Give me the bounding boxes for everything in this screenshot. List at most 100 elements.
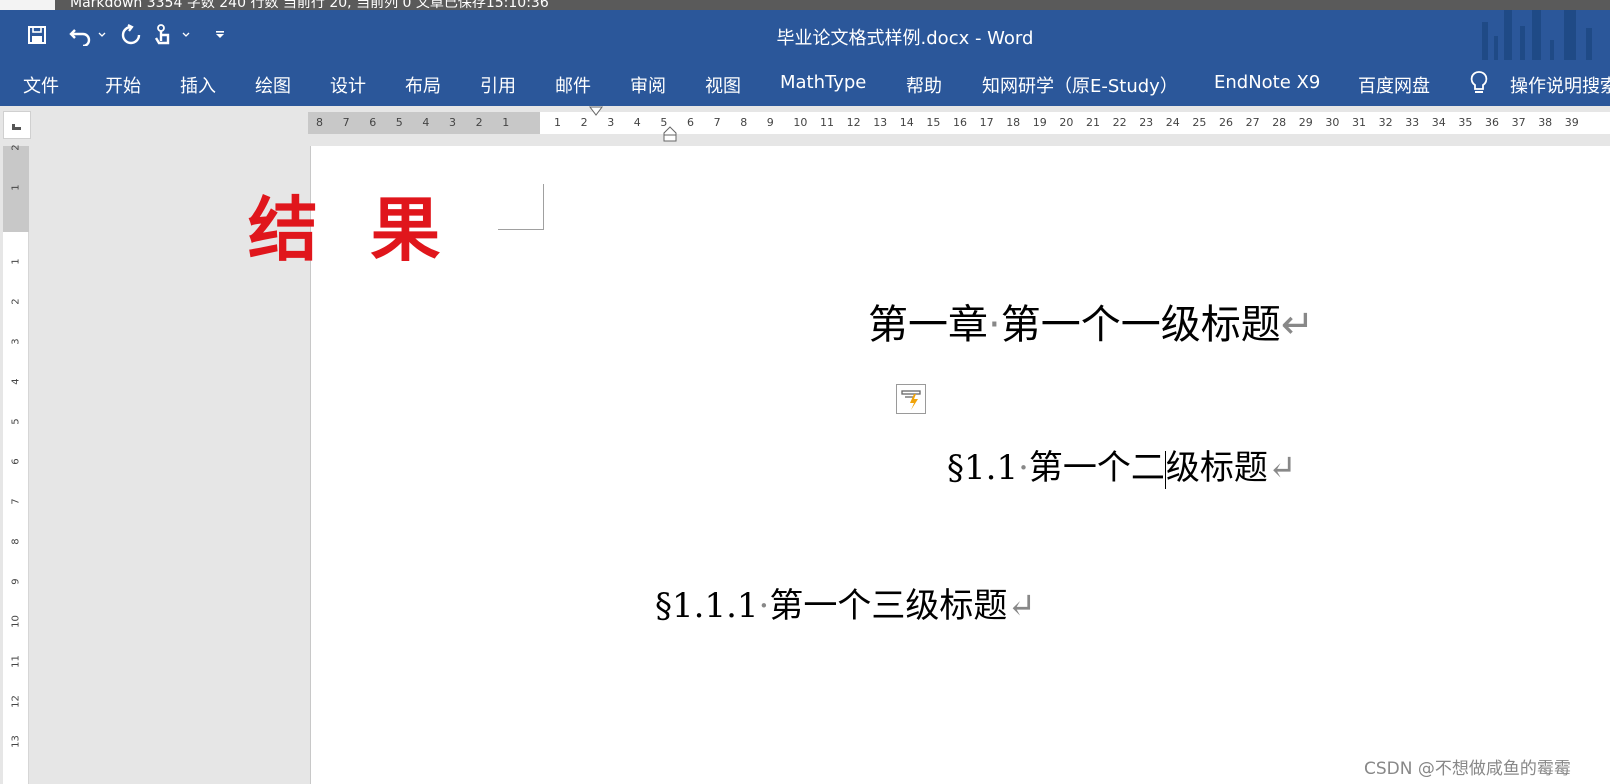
heading-level-3[interactable]: §1.1.1·第一个三级标题↵ xyxy=(655,578,1036,627)
heading1-title: 第一个一级标题 xyxy=(1000,302,1281,348)
ruler-tick: 28 xyxy=(1272,116,1287,129)
ruler-tick: 25 xyxy=(1192,116,1207,129)
vertical-ruler-tick: 11 xyxy=(10,655,22,668)
strip-block xyxy=(0,0,55,10)
tab-references[interactable]: 引用 xyxy=(480,72,516,98)
tab-insert[interactable]: 插入 xyxy=(180,72,216,98)
vertical-ruler-tick: 1 xyxy=(10,184,22,191)
vertical-ruler-tick: 4 xyxy=(10,378,22,385)
ruler-tick: 4 xyxy=(633,116,641,129)
heading2-number: §1.1 xyxy=(947,448,1019,488)
paragraph-mark: ↵ xyxy=(1267,448,1297,488)
ruler-tick: 23 xyxy=(1139,116,1154,129)
ruler-tick: 20 xyxy=(1059,116,1074,129)
ruler-tick: 36 xyxy=(1485,116,1499,129)
ruler-tick: 26 xyxy=(1219,116,1233,129)
lightbulb-icon[interactable] xyxy=(1470,70,1488,101)
ruler-tick: 14 xyxy=(899,116,914,129)
ruler-tick: 34 xyxy=(1431,116,1446,129)
heading3-title: 第一个三级标题 xyxy=(769,586,1008,626)
tab-mailings[interactable]: 邮件 xyxy=(555,72,591,98)
vertical-ruler-tick: 12 xyxy=(10,695,22,708)
ruler-tick: 39 xyxy=(1564,116,1579,129)
tab-view[interactable]: 视图 xyxy=(705,72,741,98)
vertical-ruler-tick: 5 xyxy=(10,418,22,425)
ruler-tick: 33 xyxy=(1405,116,1420,129)
paragraph-mark: ↵ xyxy=(1280,302,1315,348)
vertical-ruler[interactable]: 2 1 1 2 3 4 5 6 7 8 9 10 11 12 13 xyxy=(3,144,29,784)
strip-text: Markdown 3354 字数 240 行数 当前行 20, 当前列 0 文章… xyxy=(70,0,549,10)
vertical-ruler-tick: 7 xyxy=(10,498,22,505)
ruler-tick: 12 xyxy=(846,116,861,129)
heading-level-1[interactable]: 第一章·第一个一级标题↵ xyxy=(868,292,1314,350)
ruler-tick: 16 xyxy=(953,116,967,129)
paragraph-mark: ↵ xyxy=(1007,586,1036,626)
ruler-tick: 4 xyxy=(422,116,430,129)
page-margin-corner-mark xyxy=(498,184,544,230)
ruler-tick: 10 xyxy=(793,116,808,129)
vertical-ruler-tick: 10 xyxy=(10,615,22,628)
tab-baidu-netdisk[interactable]: 百度网盘 xyxy=(1358,72,1430,98)
hanging-indent-marker[interactable] xyxy=(663,126,677,146)
vertical-ruler-tick: 8 xyxy=(10,538,22,545)
tab-help[interactable]: 帮助 xyxy=(906,72,942,98)
document-title: 毕业论文格式样例.docx - Word xyxy=(776,28,1034,49)
tab-mathtype[interactable]: MathType xyxy=(780,72,866,93)
vertical-ruler-tick: 13 xyxy=(10,735,22,748)
ruler-tick: 35 xyxy=(1458,116,1473,129)
tab-home[interactable]: 开始 xyxy=(105,72,141,98)
space-mark: · xyxy=(758,586,770,626)
title-bar: 毕业论文格式样例.docx - Word xyxy=(0,10,1610,60)
ruler-tick: 11 xyxy=(820,116,834,129)
tab-file[interactable]: 文件 xyxy=(23,72,59,98)
result-annotation: 结 果 xyxy=(248,188,455,271)
first-line-indent-marker[interactable] xyxy=(589,106,603,116)
tab-design[interactable]: 设计 xyxy=(330,72,366,98)
heading-level-2[interactable]: §1.1·第一个二级标题↵ xyxy=(947,440,1296,489)
heading2-title-part1: 第一个二 xyxy=(1028,448,1165,488)
ruler-tick: 19 xyxy=(1032,116,1047,129)
ruler-tick: 37 xyxy=(1511,116,1526,129)
heading3-number: §1.1.1 xyxy=(655,586,759,626)
ruler-tick: 17 xyxy=(979,116,994,129)
ruler-tick: 32 xyxy=(1378,116,1393,129)
space-mark: · xyxy=(1018,448,1029,488)
quick-analysis-icon[interactable] xyxy=(896,384,926,414)
vertical-ruler-tick: 9 xyxy=(10,578,22,585)
ruler-tick: 18 xyxy=(1006,116,1021,129)
ribbon-tabs: 文件 开始 插入 绘图 设计 布局 引用 邮件 审阅 视图 MathType 帮… xyxy=(0,60,1610,106)
vertical-ruler-tick: 3 xyxy=(10,338,22,345)
ruler-tick: 22 xyxy=(1112,116,1127,129)
tab-selector[interactable] xyxy=(3,111,31,139)
ruler-tick: 1 xyxy=(554,116,561,129)
ruler-tick: 5 xyxy=(395,116,403,129)
ruler-tick: 8 xyxy=(316,116,323,129)
heading1-number: 第一章 xyxy=(868,302,988,348)
tab-layout[interactable]: 布局 xyxy=(405,72,441,98)
heading2-title-part2: 级标题 xyxy=(1165,448,1268,488)
horizontal-ruler[interactable]: 8 7 6 5 4 3 2 1 1 2 3 4 5 6 7 8 9 10 11 12 13 14 15 16 17 18 19 20 2… xyxy=(308,112,1610,134)
vertical-ruler-tick: 6 xyxy=(10,458,22,465)
tab-draw[interactable]: 绘图 xyxy=(255,72,291,98)
ruler-tick: 13 xyxy=(873,116,888,129)
csdn-watermark: CSDN @不想做咸鱼的霉霉 xyxy=(1364,759,1571,779)
title-decoration xyxy=(1460,10,1610,60)
space-mark: · xyxy=(988,302,1001,348)
ruler-tick: 2 xyxy=(475,116,483,129)
ruler-tick: 8 xyxy=(740,116,748,129)
ruler-tick: 2 xyxy=(580,116,588,129)
tab-endnote[interactable]: EndNote X9 xyxy=(1214,72,1320,93)
ruler-tick: 38 xyxy=(1538,116,1553,129)
tab-review[interactable]: 审阅 xyxy=(630,72,666,98)
background-window-status-strip: Markdown 3354 字数 240 行数 当前行 20, 当前列 0 文章… xyxy=(0,0,1610,10)
ruler-tick: 1 xyxy=(502,116,510,129)
ruler-tick: 24 xyxy=(1165,116,1180,129)
tab-cnki-study[interactable]: 知网研学（原E-Study） xyxy=(982,72,1178,98)
tell-me-search[interactable]: 操作说明搜索 xyxy=(1510,72,1610,98)
vertical-ruler-tick: 1 xyxy=(10,258,22,265)
ruler-tick: 27 xyxy=(1245,116,1260,129)
ruler-tick: 7 xyxy=(342,116,350,129)
ruler-tick: 21 xyxy=(1086,116,1100,129)
ruler-bar: 8 7 6 5 4 3 2 1 1 2 3 4 5 6 7 8 9 10 11 12 13 14 15 16 17 18 19 20 2… xyxy=(0,106,1610,146)
ruler-tick: 15 xyxy=(926,116,941,129)
